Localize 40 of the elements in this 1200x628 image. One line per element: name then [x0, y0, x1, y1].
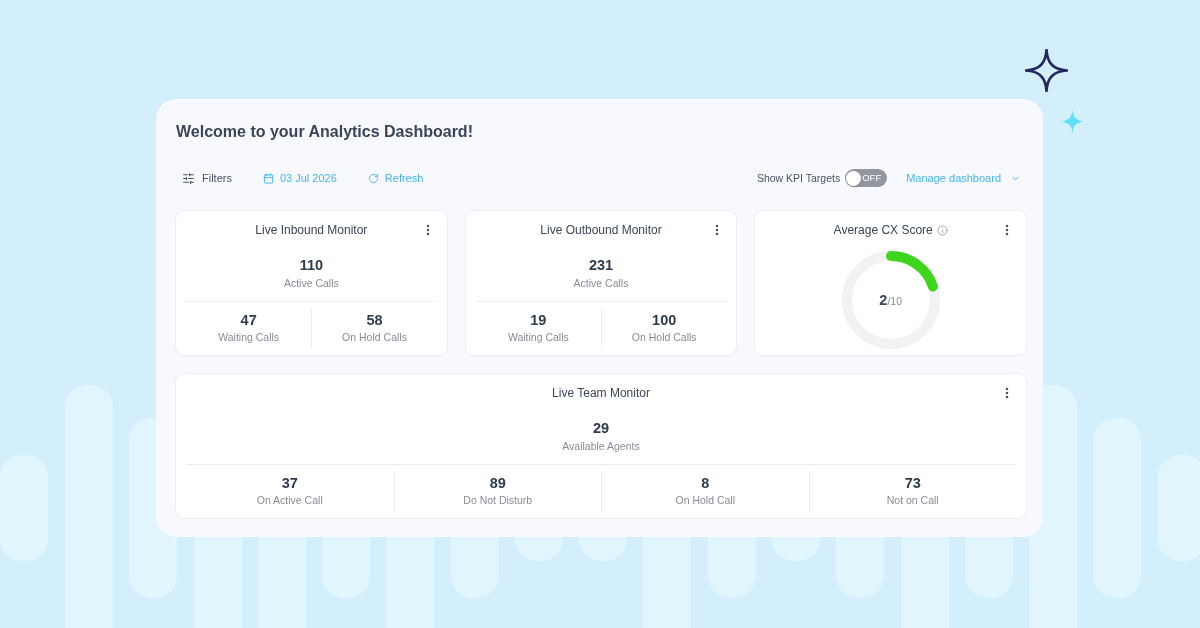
manage-dashboard-button[interactable]: Manage dashboard — [906, 170, 1021, 186]
refresh-button[interactable]: Refresh — [367, 170, 424, 186]
stat-label: Active Calls — [283, 276, 339, 290]
stat-label: Not on Call — [886, 493, 939, 507]
stat-value: 58 — [366, 311, 383, 329]
sliders-icon — [182, 171, 195, 185]
widget-title: Average CX Score — [833, 222, 933, 238]
stat-value: 37 — [281, 474, 298, 492]
widget-title: Live Outbound Monitor — [540, 222, 662, 238]
stat-value: 29 — [592, 419, 610, 437]
stat-label: Waiting Calls — [218, 330, 280, 344]
stat-value: 73 — [904, 474, 921, 492]
stat-value: 231 — [588, 256, 614, 274]
widget-title: Live Team Monitor — [552, 385, 650, 401]
dashboard-title: Welcome to your Analytics Dashboard! — [176, 122, 473, 142]
stat-label: Available Agents — [562, 439, 640, 453]
stat-value: 8 — [701, 474, 710, 492]
toggle-knob-icon — [846, 170, 862, 186]
score-value: 2/10 — [879, 290, 902, 310]
widget-title: Live Inbound Monitor — [255, 222, 368, 238]
kpi-toggle[interactable]: OFF — [845, 169, 888, 187]
stat-value: 110 — [299, 256, 324, 274]
stat-label: On Active Call — [256, 493, 323, 507]
stat-label: On Hold Call — [675, 493, 735, 507]
stat-label: Do Not Disturb — [463, 493, 533, 507]
filters-button[interactable]: Filters — [182, 170, 232, 186]
stat-label: Active Calls — [573, 276, 629, 290]
stat-label: On Hold Calls — [342, 330, 407, 344]
date-picker-button[interactable]: 03 Jul 2026 — [262, 170, 337, 186]
stat-value: 89 — [489, 474, 506, 492]
stat-value: 19 — [530, 311, 547, 329]
kpi-targets-label: Show KPI Targets — [756, 172, 841, 184]
stat-value: 47 — [240, 311, 257, 329]
stat-label: On Hold Calls — [631, 330, 697, 344]
stat-label: Waiting Calls — [507, 330, 569, 344]
refresh-icon — [367, 172, 379, 184]
sparkle-icon — [1025, 49, 1068, 92]
stat-value: 100 — [652, 311, 677, 329]
sparkle-icon — [1060, 109, 1085, 134]
calendar-icon — [262, 172, 274, 184]
